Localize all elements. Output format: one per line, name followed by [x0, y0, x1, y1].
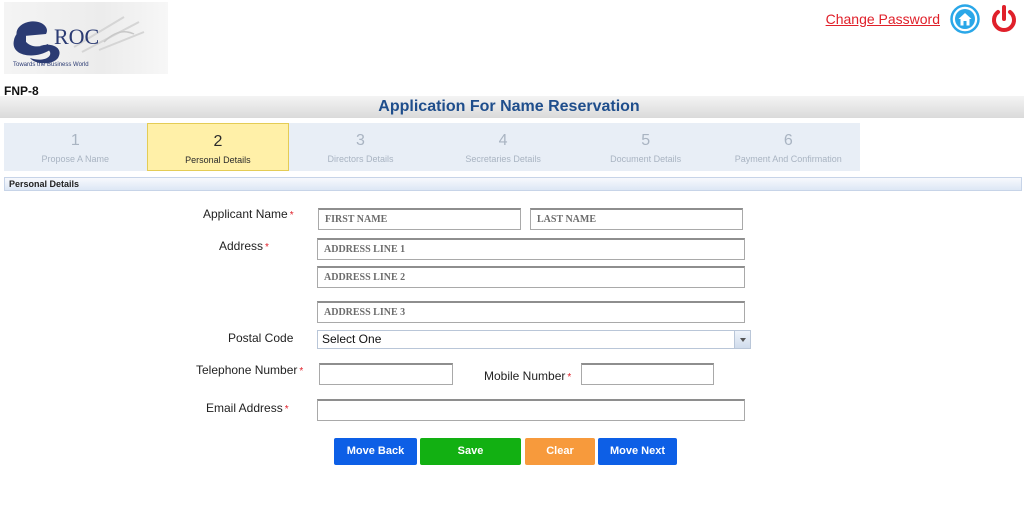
telephone-field[interactable] — [319, 363, 453, 385]
address-line2-field[interactable] — [317, 266, 745, 288]
step-number: 3 — [356, 132, 365, 149]
step-directors-details[interactable]: 3 Directors Details — [289, 123, 432, 171]
step-document-details[interactable]: 5 Document Details — [574, 123, 717, 171]
step-label: Personal Details — [185, 155, 251, 165]
applicant-name-label: Applicant Name * — [203, 207, 294, 221]
title-bar: Application For Name Reservation — [0, 96, 1024, 118]
logo-wordmark: ROC — [54, 24, 99, 49]
first-name-field[interactable] — [318, 208, 521, 230]
power-icon[interactable] — [990, 4, 1018, 34]
step-label: Document Details — [610, 154, 682, 164]
required-mark: * — [289, 210, 294, 221]
chevron-down-icon[interactable] — [734, 331, 750, 348]
step-personal-details[interactable]: 2 Personal Details — [146, 123, 290, 171]
clear-button[interactable]: Clear — [525, 438, 595, 465]
step-label: Directors Details — [327, 154, 394, 164]
step-number: 6 — [783, 132, 793, 149]
step-wizard: 1 Propose A Name 2 Personal Details 3 Di… — [4, 123, 860, 171]
step-label: Secretaries Details — [465, 154, 541, 164]
address-line3-field[interactable] — [317, 301, 745, 323]
move-back-button[interactable]: Move Back — [334, 438, 417, 465]
logo-tagline: Towards the Business World — [13, 62, 89, 68]
step-number: 4 — [498, 132, 508, 149]
email-label: Email Address * — [206, 401, 289, 415]
page-title: Application For Name Reservation — [378, 98, 640, 115]
top-right-actions: Change Password — [826, 4, 1018, 34]
telephone-input[interactable] — [326, 365, 452, 384]
step-label: Propose A Name — [41, 154, 110, 164]
first-name-input[interactable] — [325, 210, 520, 229]
step-payment-confirmation[interactable]: 6 Payment And Confirmation — [717, 123, 860, 171]
last-name-input[interactable] — [537, 210, 742, 229]
required-mark: * — [567, 372, 572, 383]
mobile-field[interactable] — [581, 363, 714, 385]
email-input[interactable] — [324, 401, 744, 420]
step-number: 5 — [641, 132, 651, 149]
last-name-field[interactable] — [530, 208, 743, 230]
required-mark: * — [284, 404, 289, 415]
address-label: Address * — [219, 239, 269, 253]
step-secretaries-details[interactable]: 4 Secretaries Details — [432, 123, 575, 171]
telephone-label: Telephone Number * — [196, 363, 304, 377]
step-number: 2 — [213, 133, 223, 150]
address-line3-input[interactable] — [324, 303, 744, 322]
required-mark: * — [299, 366, 304, 377]
save-button[interactable]: Save — [420, 438, 521, 465]
address-line1-input[interactable] — [324, 240, 744, 259]
step-label: Payment And Confirmation — [734, 154, 842, 164]
postal-code-select[interactable]: Select One — [317, 330, 751, 349]
address-line1-field[interactable] — [317, 238, 745, 260]
step-propose-name[interactable]: 1 Propose A Name — [4, 123, 147, 171]
section-header: Personal Details — [4, 177, 1022, 191]
postal-code-value: Select One — [322, 332, 382, 346]
address-line2-input[interactable] — [324, 268, 744, 287]
move-next-button[interactable]: Move Next — [598, 438, 677, 465]
email-field[interactable] — [317, 399, 745, 421]
eroc-logo[interactable]: ROC Towards the Business World — [4, 2, 168, 74]
page: ROC Towards the Business World Change Pa… — [0, 0, 1024, 529]
postal-code-label: Postal Code — [228, 331, 294, 345]
step-number: 1 — [70, 132, 80, 149]
mobile-input[interactable] — [588, 365, 713, 384]
change-password-link[interactable]: Change Password — [826, 11, 940, 27]
required-mark: * — [265, 242, 269, 253]
mobile-label: Mobile Number * — [484, 369, 572, 383]
home-icon[interactable] — [950, 4, 980, 34]
